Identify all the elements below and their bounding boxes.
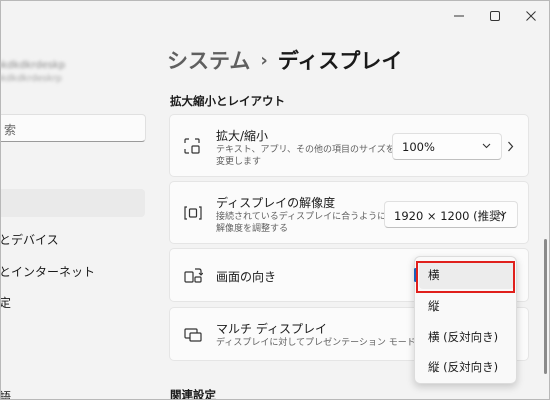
profile-email: hkdkdkrdeskrp xyxy=(0,74,62,84)
section-title-related: 関連設定 xyxy=(170,388,216,400)
menu-item-label: 縦 (反対向き) xyxy=(428,360,499,374)
resolution-icon xyxy=(184,206,202,220)
sidebar-item-system[interactable] xyxy=(1,189,145,217)
maximize-icon xyxy=(490,11,500,21)
search-input[interactable]: 索 xyxy=(1,114,146,142)
sidebar-item-personalization[interactable]: 定 xyxy=(1,294,11,311)
card-resolution[interactable]: ディスプレイの解像度 接続されているディスプレイに合うように 解像度を調整する … xyxy=(169,181,529,244)
menu-item-portrait[interactable]: 縦 xyxy=(415,292,518,320)
menu-item-label: 縦 xyxy=(428,299,440,313)
breadcrumb: システム › ディスプレイ xyxy=(167,45,402,75)
card-scale[interactable]: 拡大/縮小 テキスト、アプリ、その他の項目のサイズを 変更します 100% xyxy=(169,114,529,177)
maximize-button[interactable] xyxy=(477,1,513,31)
resolution-dropdown[interactable]: 1920 × 1200 (推奨) xyxy=(384,201,518,228)
scale-title: 拡大/縮小 xyxy=(216,129,269,143)
menu-item-landscape-flipped[interactable]: 横 (反対向き) xyxy=(415,323,518,351)
scale-value: 100% xyxy=(402,140,435,154)
scale-desc-line1: テキスト、アプリ、その他の項目のサイズを xyxy=(216,145,395,155)
multi-display-desc: ディスプレイに対してプレゼンテーション モードを選択 xyxy=(216,338,443,348)
minimize-icon xyxy=(454,15,464,17)
profile-name: hkdkdkrdeskp xyxy=(0,60,66,71)
sidebar-item-network-internet[interactable]: とインターネット xyxy=(1,263,95,280)
window-caption-buttons xyxy=(441,1,549,31)
settings-window: hkdkdkrdeskp hkdkdkrdeskrp 索 とデバイス とインター… xyxy=(0,0,550,400)
breadcrumb-parent[interactable]: システム xyxy=(167,49,250,73)
sidebar-item-bluetooth-devices[interactable]: とデバイス xyxy=(1,231,59,248)
section-title-scale-layout: 拡大縮小とレイアウト xyxy=(170,94,285,108)
multi-display-title: マルチ ディスプレイ xyxy=(216,322,327,336)
page-title: ディスプレイ xyxy=(277,49,403,73)
chevron-down-icon xyxy=(482,143,491,149)
multi-display-icon xyxy=(184,328,202,342)
search-placeholder: 索 xyxy=(4,123,17,137)
orientation-icon xyxy=(184,268,203,283)
orientation-title: 画面の向き xyxy=(216,270,277,284)
resolution-desc-line2: 解像度を調整する xyxy=(216,224,289,234)
highlight-annotation-box xyxy=(416,261,515,293)
scrollbar[interactable] xyxy=(544,239,547,374)
scale-desc-line2: 変更します xyxy=(216,157,262,167)
scale-icon xyxy=(184,138,200,154)
sidebar: hkdkdkrdeskp hkdkdkrdeskrp 索 とデバイス とインター… xyxy=(0,1,151,399)
minimize-button[interactable] xyxy=(441,1,477,31)
breadcrumb-separator: › xyxy=(260,50,268,71)
resolution-desc-line1: 接続されているディスプレイに合うように xyxy=(216,212,387,222)
scale-dropdown[interactable]: 100% xyxy=(392,133,502,160)
close-button[interactable] xyxy=(513,1,549,31)
resolution-value: 1920 × 1200 (推奨) xyxy=(394,209,506,223)
menu-item-portrait-flipped[interactable]: 縦 (反対向き) xyxy=(415,353,518,381)
menu-item-label: 横 (反対向き) xyxy=(428,330,499,344)
chevron-down-icon xyxy=(498,211,507,217)
resolution-title: ディスプレイの解像度 xyxy=(216,196,336,210)
chevron-right-icon[interactable] xyxy=(507,141,514,152)
sidebar-item-language[interactable]: 語 xyxy=(1,388,11,399)
close-icon xyxy=(526,11,536,21)
